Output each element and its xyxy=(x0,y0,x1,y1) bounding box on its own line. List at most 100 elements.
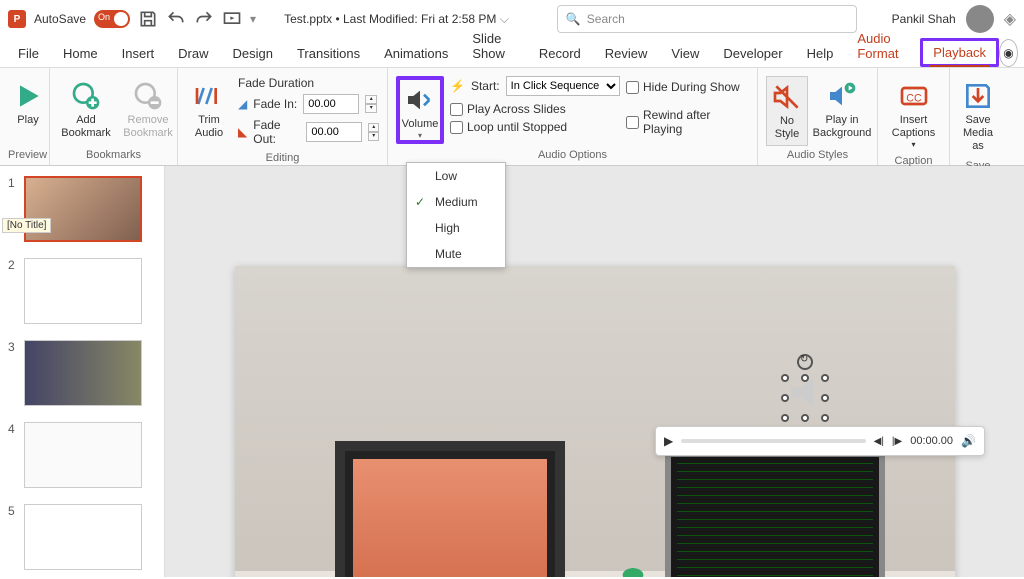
resize-handle[interactable] xyxy=(821,394,829,402)
tab-animations[interactable]: Animations xyxy=(372,40,460,67)
media-volume-icon[interactable]: 🔊 xyxy=(961,434,976,448)
fade-out-label: Fade Out: xyxy=(253,118,300,146)
group-audio-styles: Audio Styles xyxy=(766,147,869,163)
autosave-toggle[interactable] xyxy=(94,10,130,28)
loop-label: Loop until Stopped xyxy=(467,120,567,134)
volume-mute[interactable]: Mute xyxy=(407,241,505,267)
volume-medium[interactable]: Medium xyxy=(407,189,505,215)
trim-audio-button[interactable]: Trim Audio xyxy=(186,76,232,144)
tab-review[interactable]: Review xyxy=(593,40,660,67)
media-skip-fwd[interactable]: |▶ xyxy=(892,436,902,447)
tab-record[interactable]: Record xyxy=(527,40,593,67)
start-bolt-icon: ⚡ xyxy=(450,79,465,93)
group-bookmarks: Bookmarks xyxy=(58,147,169,163)
tab-insert[interactable]: Insert xyxy=(110,40,167,67)
resize-handle[interactable] xyxy=(781,414,789,422)
group-preview: Preview xyxy=(8,147,41,163)
rewind-checkbox[interactable] xyxy=(626,116,639,129)
rotate-handle[interactable] xyxy=(797,354,813,370)
save-media-icon xyxy=(962,80,994,112)
tab-developer[interactable]: Developer xyxy=(711,40,794,67)
diamond-icon[interactable]: ◈ xyxy=(1004,9,1016,29)
fade-in-spinner[interactable]: ▴▾ xyxy=(365,95,377,113)
media-player-bar: ▶ ◀| |▶ 00:00.00 🔊 xyxy=(655,426,985,456)
group-audio-options: Audio Options xyxy=(396,147,749,163)
fade-in-input[interactable] xyxy=(303,94,359,114)
tab-design[interactable]: Design xyxy=(221,40,285,67)
search-icon: 🔍 xyxy=(566,12,581,26)
slide-canvas[interactable]: ✥ ▶ ◀| |▶ 00:00.00 🔊 xyxy=(165,166,1024,577)
fade-out-input[interactable] xyxy=(306,122,362,142)
speaker-icon xyxy=(791,378,819,406)
tab-playback[interactable]: Playback xyxy=(920,38,999,67)
play-bg-icon xyxy=(826,80,858,112)
ribbon: Play Preview Add Bookmark Remove Bookmar… xyxy=(0,68,1024,166)
tab-help[interactable]: Help xyxy=(795,40,846,67)
volume-high[interactable]: High xyxy=(407,215,505,241)
slide-thumbnail-4[interactable] xyxy=(24,422,142,488)
bookmark-add-icon xyxy=(70,80,102,112)
search-input[interactable]: 🔍 Search xyxy=(557,5,857,33)
no-style-icon xyxy=(771,81,803,113)
save-media-button[interactable]: Save Media as xyxy=(958,76,998,158)
autosave-label: AutoSave xyxy=(34,12,86,26)
add-bookmark-button[interactable]: Add Bookmark xyxy=(58,76,114,144)
slide-number: 5 xyxy=(8,504,18,570)
slide-thumbnail-5[interactable] xyxy=(24,504,142,570)
no-title-tooltip: [No Title] xyxy=(2,218,51,233)
resize-handle[interactable] xyxy=(821,374,829,382)
redo-icon[interactable] xyxy=(194,9,214,29)
volume-low[interactable]: Low xyxy=(407,163,505,189)
tab-audio-format[interactable]: Audio Format xyxy=(845,25,920,67)
user-name[interactable]: Pankil Shah xyxy=(892,12,956,26)
start-select[interactable]: In Click Sequence xyxy=(506,76,620,96)
media-play-button[interactable]: ▶ xyxy=(664,434,673,448)
play-background-button[interactable]: Play in Background xyxy=(814,76,870,144)
slide-number: 4 xyxy=(8,422,18,488)
resize-handle[interactable] xyxy=(781,394,789,402)
captions-icon: CC xyxy=(898,80,930,112)
present-mode-button[interactable]: ◉ xyxy=(999,39,1018,67)
avatar[interactable] xyxy=(966,5,994,33)
media-skip-back[interactable]: ◀| xyxy=(874,436,884,447)
group-editing: Editing xyxy=(186,150,379,166)
resize-handle[interactable] xyxy=(801,414,809,422)
play-icon xyxy=(12,80,44,112)
tab-transitions[interactable]: Transitions xyxy=(285,40,372,67)
tab-home[interactable]: Home xyxy=(51,40,110,67)
media-track[interactable] xyxy=(681,439,865,443)
hide-label: Hide During Show xyxy=(643,80,740,94)
save-icon[interactable] xyxy=(138,9,158,29)
resize-handle[interactable] xyxy=(781,374,789,382)
start-label: Start: xyxy=(471,79,500,93)
tab-file[interactable]: File xyxy=(6,40,51,67)
ribbon-tabs: File Home Insert Draw Design Transitions… xyxy=(0,38,1024,68)
slide-thumbnail-2[interactable] xyxy=(24,258,142,324)
slide-thumbnail-3[interactable] xyxy=(24,340,142,406)
resize-handle[interactable] xyxy=(801,374,809,382)
resize-handle[interactable] xyxy=(821,414,829,422)
fade-in-icon: ◢ xyxy=(238,97,247,111)
powerpoint-icon: P xyxy=(8,10,26,28)
present-icon[interactable] xyxy=(222,9,242,29)
tab-slideshow[interactable]: Slide Show xyxy=(460,25,526,67)
loop-checkbox[interactable] xyxy=(450,121,463,134)
slide-number: 3 xyxy=(8,340,18,406)
svg-text:CC: CC xyxy=(906,92,922,104)
hide-during-show-checkbox[interactable] xyxy=(626,81,639,94)
play-across-checkbox[interactable] xyxy=(450,103,463,116)
no-style-button[interactable]: No Style xyxy=(766,76,808,146)
audio-object[interactable]: ✥ xyxy=(785,354,825,418)
fade-duration-label: Fade Duration xyxy=(238,76,379,90)
remove-bookmark-button: Remove Bookmark xyxy=(120,76,176,144)
fade-out-spinner[interactable]: ▴▾ xyxy=(368,123,379,141)
volume-menu: Low Medium High Mute xyxy=(406,162,506,268)
play-preview-button[interactable]: Play xyxy=(8,76,48,131)
insert-captions-button[interactable]: CCInsert Captions▾ xyxy=(886,76,941,153)
current-slide xyxy=(235,266,955,577)
play-across-label: Play Across Slides xyxy=(467,102,566,116)
undo-icon[interactable] xyxy=(166,9,186,29)
volume-button[interactable]: Volume▾ xyxy=(396,76,444,144)
tab-draw[interactable]: Draw xyxy=(166,40,220,67)
tab-view[interactable]: View xyxy=(659,40,711,67)
